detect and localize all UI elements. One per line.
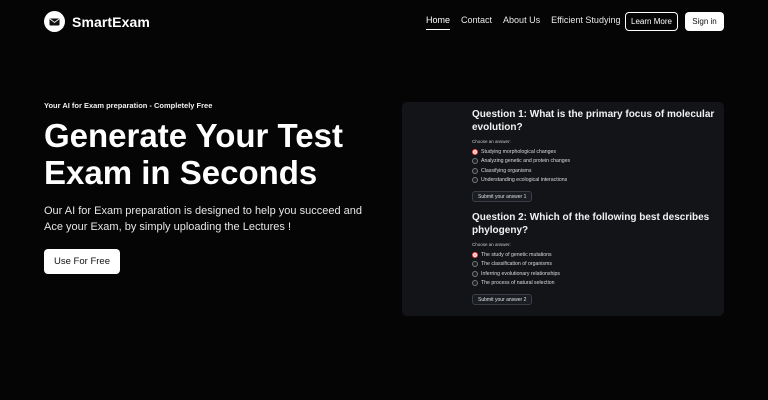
question-1: Question 1: What is the primary focus of… — [472, 108, 717, 203]
hero-description: Our AI for Exam preparation is designed … — [44, 205, 362, 233]
nav-contact[interactable]: Contact — [461, 15, 492, 30]
nav-home[interactable]: Home — [426, 15, 451, 30]
question-2-option[interactable]: The study of genetic mutations — [472, 250, 717, 260]
logo[interactable]: SmartExam — [44, 11, 150, 32]
option-label: Analyzing genetic and protein changes — [481, 158, 571, 165]
question-2-title: Question 2: Which of the following best … — [472, 212, 710, 236]
logo-text: SmartExam — [72, 13, 150, 30]
option-label: The study of genetic mutations — [481, 251, 552, 258]
submit-answer-2-button[interactable]: Submit your answer 2 — [472, 294, 533, 305]
option-label: Studying morphological changes — [481, 148, 556, 155]
option-label: The process of natural selection — [481, 280, 555, 287]
main-nav: Home Contact About Us Efficient Studying — [426, 15, 631, 30]
nav-about-us[interactable]: About Us — [503, 15, 540, 30]
envelope-icon — [44, 11, 65, 32]
radio-icon[interactable] — [472, 261, 478, 268]
radio-icon[interactable] — [472, 167, 478, 174]
top-navigation-bar: SmartExam Home Contact About Us Efficien… — [0, 0, 768, 44]
option-label: The classification of organisms — [481, 261, 552, 268]
radio-icon[interactable] — [472, 280, 478, 287]
question-2-option[interactable]: Inferring evolutionary relationships — [472, 269, 717, 279]
radio-icon[interactable] — [472, 177, 478, 184]
question-1-prompt: Choose an answer: — [472, 139, 511, 144]
radio-selected-icon[interactable] — [472, 251, 478, 258]
radio-icon[interactable] — [472, 158, 478, 165]
option-label: Inferring evolutionary relationships — [481, 270, 561, 277]
nav-efficient-studying[interactable]: Efficient Studying — [551, 15, 620, 30]
question-1-option[interactable]: Analyzing genetic and protein changes — [472, 157, 717, 167]
question-1-option[interactable]: Studying morphological changes — [472, 147, 717, 157]
sign-in-button[interactable]: Sign in — [685, 12, 724, 31]
question-2-option[interactable]: The process of natural selection — [472, 279, 717, 289]
option-label: Understanding ecological interactions — [481, 177, 568, 184]
question-2-option[interactable]: The classification of organisms — [472, 260, 717, 270]
use-for-free-button[interactable]: Use For Free — [44, 249, 120, 274]
question-1-option[interactable]: Classifying organisms — [472, 166, 717, 176]
question-2: Question 2: Which of the following best … — [472, 211, 717, 306]
question-2-prompt: Choose an answer: — [472, 242, 511, 247]
hero-tagline: Your AI for Exam preparation - Completel… — [44, 101, 213, 110]
hero-headline: Generate Your Test Exam in Seconds — [44, 117, 343, 191]
quiz-preview-panel: Question 1: What is the primary focus of… — [402, 102, 724, 316]
question-1-title: Question 1: What is the primary focus of… — [472, 109, 715, 133]
radio-selected-icon[interactable] — [472, 148, 478, 155]
learn-more-button[interactable]: Learn More — [625, 12, 678, 31]
option-label: Classifying organisms — [481, 167, 532, 174]
question-1-option[interactable]: Understanding ecological interactions — [472, 176, 717, 186]
radio-icon[interactable] — [472, 270, 478, 277]
submit-answer-1-button[interactable]: Submit your answer 1 — [472, 191, 533, 202]
